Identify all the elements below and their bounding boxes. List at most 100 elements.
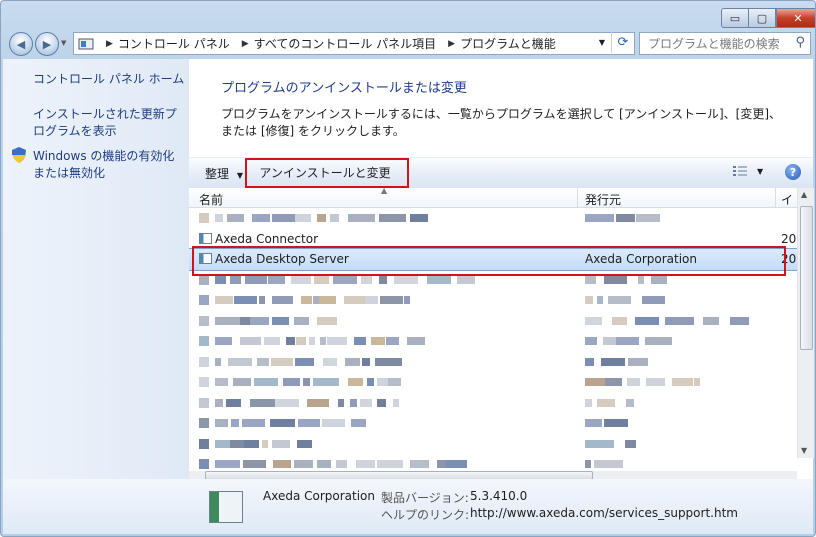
blurred-text (271, 357, 293, 366)
details-help-link[interactable]: http://www.axeda.com/services_support.ht… (470, 506, 738, 520)
scroll-down-icon[interactable]: ▼ (801, 446, 807, 455)
column-divider[interactable] (577, 188, 578, 207)
blurred-text (601, 357, 625, 366)
blurred-text (388, 378, 401, 386)
table-row[interactable] (189, 311, 797, 332)
blurred-text (273, 460, 291, 468)
blurred-text (278, 275, 285, 284)
blurred-text (627, 378, 640, 386)
blurred-text (268, 275, 278, 284)
address-history-dropdown-icon[interactable]: ▼ (593, 32, 611, 53)
blurred-text (353, 296, 365, 304)
details-version-value: 5.3.410.0 (470, 489, 528, 503)
blurred-text (344, 296, 353, 304)
column-header-installed[interactable]: イ (781, 191, 793, 208)
table-row[interactable] (189, 290, 797, 311)
highlight-box-selected-row (192, 246, 786, 276)
sidebar-link-installed-updates[interactable]: インストールされた更新プログラムを表示 (33, 106, 185, 140)
page-title: プログラムのアンインストールまたは変更 (221, 81, 467, 96)
blurred-text (295, 357, 314, 366)
blurred-text (645, 337, 672, 345)
blurred-text (694, 378, 700, 386)
vertical-scroll-thumb[interactable] (800, 206, 813, 350)
blurred-text (345, 357, 360, 366)
forward-button[interactable]: ▶ (35, 32, 59, 56)
blurred-text (604, 275, 627, 284)
blurred-text (437, 460, 445, 468)
blurred-text (259, 296, 265, 304)
table-row[interactable] (189, 208, 797, 229)
close-button[interactable]: ✕ (776, 8, 815, 28)
table-row[interactable] (189, 434, 797, 455)
breadcrumb-separator-icon: ▶ (448, 38, 456, 49)
recent-pages-chevron-icon[interactable]: ▼ (61, 39, 66, 47)
sidebar-link-control-panel-home[interactable]: コントロール パネル ホーム (33, 71, 185, 88)
blurred-text (367, 378, 374, 386)
blurred-text (336, 460, 347, 468)
blurred-text (642, 296, 665, 304)
minimize-button[interactable]: ▭ (721, 8, 748, 28)
blurred-icon (199, 418, 209, 428)
blurred-text (585, 316, 602, 325)
blurred-text (215, 398, 223, 407)
blurred-text (605, 378, 622, 386)
blurred-text (646, 378, 665, 386)
blurred-text (309, 337, 315, 345)
details-publisher: Axeda Corporation (263, 489, 375, 503)
blurred-text (635, 316, 659, 325)
blurred-text (270, 419, 295, 427)
table-row[interactable] (189, 454, 797, 472)
blurred-text (323, 357, 337, 366)
back-button[interactable]: ◀ (9, 32, 33, 56)
search-input[interactable]: プログラムと機能の検索 ⚲ (639, 32, 811, 55)
blurred-text (254, 378, 278, 386)
scroll-up-icon[interactable]: ▲ (801, 190, 807, 199)
table-row[interactable] (189, 352, 797, 373)
maximize-button[interactable]: ▢ (748, 8, 776, 28)
search-icon[interactable]: ⚲ (795, 35, 805, 50)
column-header-publisher[interactable]: 発行元 (585, 191, 621, 208)
blurred-text (215, 337, 232, 345)
breadcrumb-all-items[interactable]: すべてのコントロール パネル項目 (254, 35, 437, 52)
command-bar: 整理 ▼ アンインストールと変更 ▼ ? (189, 157, 813, 189)
blurred-text (227, 214, 244, 222)
blurred-text (379, 275, 387, 284)
blurred-text (275, 398, 299, 407)
organize-button[interactable]: 整理 ▼ (205, 165, 243, 182)
blurred-text (307, 398, 329, 407)
view-options-icon[interactable] (733, 165, 747, 177)
blurred-text (393, 398, 399, 407)
view-dropdown-icon[interactable]: ▼ (757, 167, 763, 176)
refresh-icon[interactable]: ⟳ (611, 32, 634, 53)
blurred-text (272, 439, 290, 448)
blurred-text (264, 337, 280, 345)
blurred-icon (199, 377, 209, 387)
sidebar-link-windows-features[interactable]: Windows の機能の有効化または無効化 (33, 148, 185, 182)
blurred-text (665, 316, 694, 325)
blurred-text (348, 214, 375, 222)
blurred-text (215, 214, 223, 222)
blurred-text (322, 419, 345, 427)
program-icon (199, 232, 212, 244)
breadcrumb-programs-features[interactable]: プログラムと機能 (460, 35, 556, 52)
blurred-text (356, 460, 375, 468)
blurred-text (594, 460, 623, 468)
table-row[interactable] (189, 413, 797, 434)
table-row[interactable] (189, 331, 797, 352)
blurred-text (226, 398, 241, 407)
blurred-text (215, 378, 228, 386)
blurred-text (597, 296, 603, 304)
address-bar[interactable]: ▶ コントロール パネル ▶ すべてのコントロール パネル項目 ▶ プログラムと機能 (73, 32, 635, 55)
blurred-text (317, 214, 326, 222)
table-row[interactable] (189, 372, 797, 393)
column-divider[interactable] (775, 188, 776, 207)
column-header-name[interactable]: 名前 (199, 191, 223, 208)
blurred-text (585, 357, 594, 366)
breadcrumb-control-panel[interactable]: コントロール パネル (118, 35, 230, 52)
details-pane: Axeda Corporation 製品バージョン: 5.3.410.0 ヘルプ… (3, 479, 813, 534)
help-icon[interactable]: ? (785, 164, 801, 180)
blurred-text (377, 378, 388, 386)
table-row[interactable] (189, 393, 797, 414)
blurred-text (272, 296, 293, 304)
vertical-scrollbar[interactable]: ▲ ▼ (797, 188, 814, 458)
